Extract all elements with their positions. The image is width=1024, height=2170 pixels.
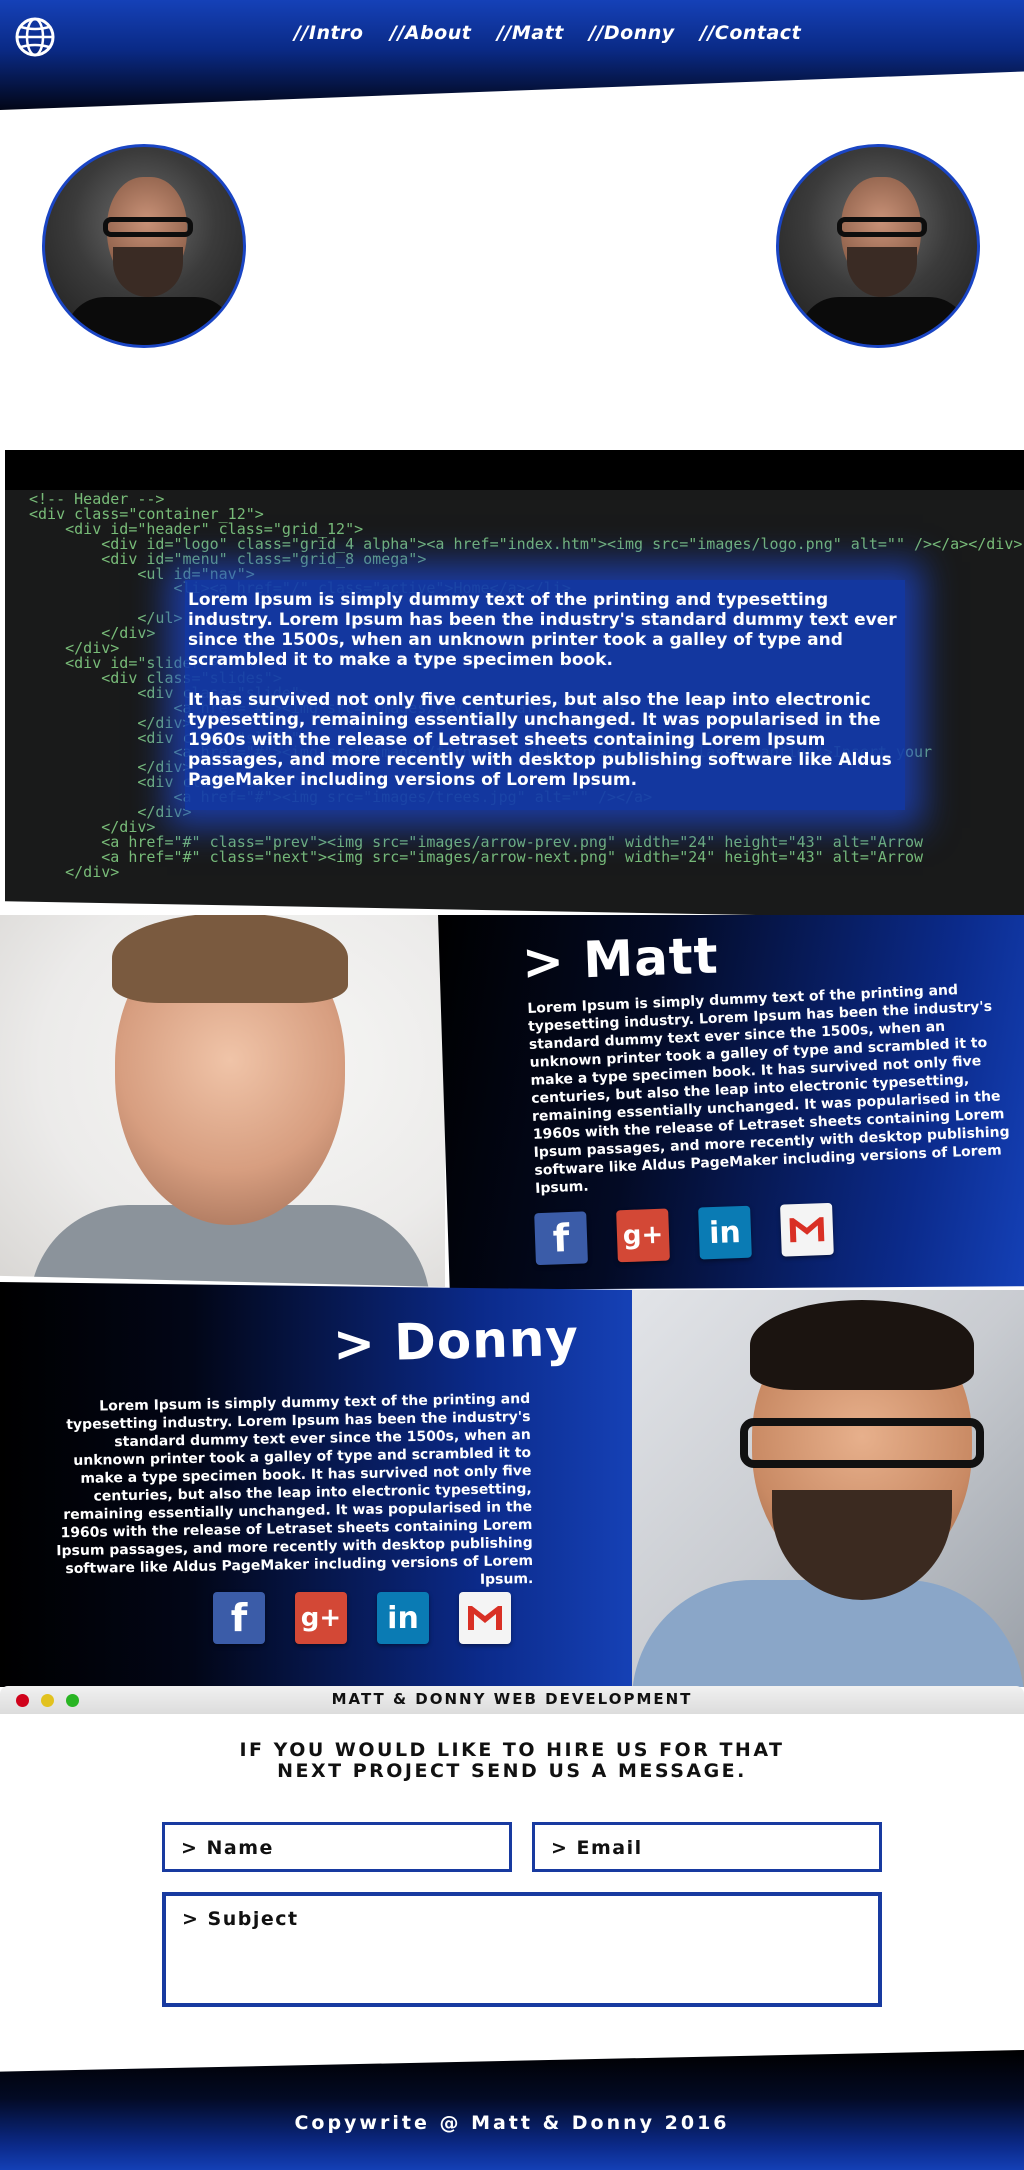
matt-title: > Matt (521, 926, 720, 992)
linkedin-glyph: in (387, 1600, 419, 1636)
donny-photo (632, 1290, 1024, 1687)
globe-icon[interactable] (14, 16, 56, 58)
donny-social-links: f g+ in (213, 1592, 511, 1644)
main-nav: //Intro //About //Matt //Donny //Contact (290, 22, 810, 52)
intro-paragraph-2: It has survived not only five centuries,… (188, 690, 892, 790)
nav-matt[interactable]: //Matt (497, 22, 564, 44)
email-field[interactable]: > Email (532, 1822, 882, 1872)
nav-contact[interactable]: //Contact (700, 22, 801, 44)
contact-heading: IF YOU WOULD LIKE TO HIRE US FOR THAT NE… (212, 1740, 812, 1782)
google-plus-icon[interactable]: g+ (295, 1592, 347, 1644)
facebook-glyph: f (230, 1596, 248, 1640)
intro-paragraph-1: Lorem Ipsum is simply dummy text of the … (188, 590, 897, 670)
intro-text: Lorem Ipsum is simply dummy text of the … (188, 590, 898, 810)
nav-about[interactable]: //About (390, 22, 471, 44)
linkedin-icon[interactable]: in (377, 1592, 429, 1644)
google-plus-glyph: g+ (622, 1219, 664, 1252)
subject-field[interactable]: > Subject (162, 1892, 882, 2007)
code-line: </div> (29, 862, 120, 881)
contact-heading-line-1: IF YOU WOULD LIKE TO HIRE US FOR THAT (239, 1739, 785, 1761)
site-footer (0, 2050, 1024, 2170)
footer-copyright: Copywrite @ Matt & Donny 2016 (294, 2112, 730, 2134)
facebook-icon[interactable]: f (534, 1211, 588, 1266)
contact-window-title: MATT & DONNY WEB DEVELOPMENT (331, 1690, 693, 1708)
donny-title: > Donny (332, 1308, 580, 1374)
gmail-icon[interactable] (780, 1202, 834, 1257)
gmail-icon[interactable] (459, 1592, 511, 1644)
google-plus-icon[interactable]: g+ (616, 1208, 670, 1263)
linkedin-icon[interactable]: in (698, 1205, 752, 1260)
facebook-icon[interactable]: f (213, 1592, 265, 1644)
linkedin-glyph: in (708, 1214, 742, 1251)
matt-avatar-right (776, 144, 980, 348)
contact-heading-line-2: NEXT PROJECT SEND US A MESSAGE. (277, 1760, 747, 1782)
code-line: <a href="#" class="next"><img src="image… (29, 847, 924, 866)
nav-intro[interactable]: //Intro (294, 22, 363, 44)
code-topbar (5, 450, 1024, 490)
matt-avatar-left (42, 144, 246, 348)
name-field[interactable]: > Name (162, 1822, 512, 1872)
matt-social-links: f g+ in (534, 1202, 834, 1266)
donny-bio: Lorem Ipsum is simply dummy text of the … (56, 1390, 534, 1588)
facebook-glyph: f (552, 1216, 571, 1261)
matt-bio: Lorem Ipsum is simply dummy text of the … (527, 982, 1010, 1197)
nav-donny[interactable]: //Donny (589, 22, 675, 44)
matt-photo (0, 915, 445, 1287)
site-header (0, 0, 1024, 110)
google-plus-glyph: g+ (300, 1603, 342, 1633)
